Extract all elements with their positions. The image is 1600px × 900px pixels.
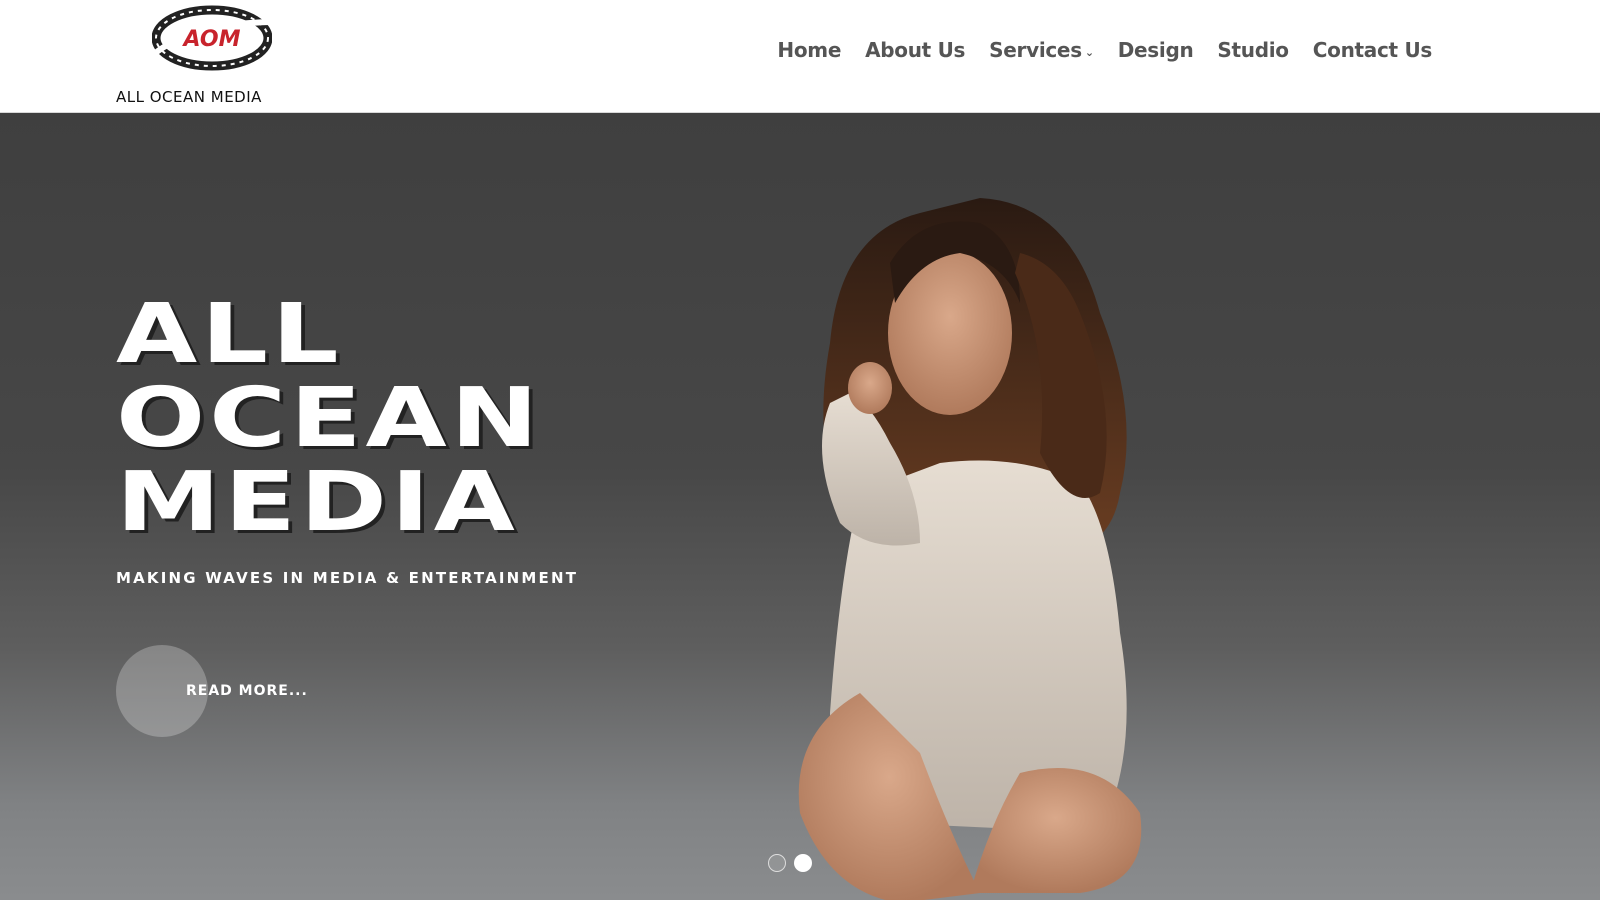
- read-more-label: READ MORE...: [186, 683, 308, 699]
- slider-pagination: [768, 854, 812, 872]
- logo[interactable]: AOM ALL OCEAN MEDIA: [116, 4, 316, 106]
- logo-text: ALL OCEAN MEDIA: [116, 88, 262, 106]
- nav-design-label: Design: [1117, 38, 1194, 62]
- nav-about-us-label: About Us: [865, 38, 966, 62]
- hero-title: ALL OCEAN MEDIA: [116, 293, 910, 545]
- hero-slider: ALL OCEAN MEDIA MAKING WAVES IN MEDIA & …: [0, 113, 1600, 900]
- nav-home[interactable]: Home: [777, 38, 841, 62]
- slider-dot-2[interactable]: [794, 854, 812, 872]
- nav-services-label: Services: [989, 38, 1082, 62]
- hero-tagline: MAKING WAVES IN MEDIA & ENTERTAINMENT: [116, 569, 579, 587]
- slider-dot-1[interactable]: [768, 854, 786, 872]
- nav-contact-us[interactable]: Contact Us: [1312, 38, 1433, 62]
- hero-title-line: MEDIA: [116, 455, 519, 550]
- logo-mark-icon: AOM: [152, 5, 272, 71]
- chevron-down-icon: ⌄: [1084, 45, 1094, 59]
- site-header: AOM ALL OCEAN MEDIA Home About Us Servic…: [0, 0, 1600, 113]
- nav-studio[interactable]: Studio: [1217, 38, 1289, 62]
- nav-studio-label: Studio: [1217, 38, 1289, 62]
- hero-title-line: OCEAN: [116, 371, 543, 466]
- nav-about-us[interactable]: About Us: [865, 38, 965, 62]
- read-more-button[interactable]: READ MORE...: [116, 645, 308, 737]
- nav-contact-us-label: Contact Us: [1312, 38, 1433, 62]
- nav-design[interactable]: Design: [1118, 38, 1194, 62]
- nav-home-label: Home: [777, 38, 842, 62]
- hero-title-line: ALL: [116, 287, 343, 382]
- main-nav: Home About Us Services ⌄ Design Studio Co…: [777, 38, 1432, 62]
- logo-mark-text: AOM: [182, 27, 241, 52]
- nav-services[interactable]: Services ⌄: [989, 38, 1094, 62]
